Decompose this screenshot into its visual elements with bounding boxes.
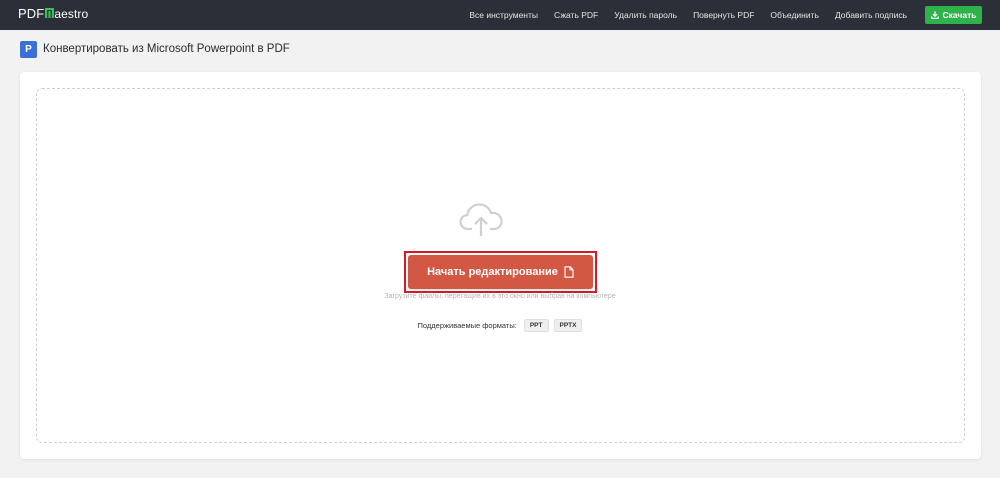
start-editing-button[interactable]: Начать редактирование <box>408 255 593 289</box>
main-nav: Все инструменты Сжать PDF Удалить пароль… <box>461 0 915 30</box>
logo-suffix: aestro <box>54 6 89 21</box>
format-chip-pptx: PPTX <box>553 319 583 332</box>
top-navigation-bar: PDF aestro Все инструменты Сжать PDF Уда… <box>0 0 1000 30</box>
file-icon <box>564 266 574 278</box>
logo[interactable]: PDF aestro <box>18 6 88 21</box>
nav-merge[interactable]: Объединить <box>762 10 827 20</box>
download-icon <box>930 11 939 19</box>
nav-remove-password[interactable]: Удалить пароль <box>606 10 685 20</box>
download-button[interactable]: Скачать <box>925 6 982 24</box>
page-title: Конвертировать из Microsoft Powerpoint в… <box>43 43 290 55</box>
formats-label: Поддерживаемые форматы: <box>417 321 517 330</box>
nav-compress-pdf[interactable]: Сжать PDF <box>546 10 606 20</box>
upload-hint: Загрузите файлы, перетащив их в это окно… <box>384 293 616 300</box>
cloud-upload-icon <box>459 203 503 236</box>
powerpoint-icon: P <box>20 40 37 58</box>
logo-mark-icon <box>45 8 55 18</box>
page-title-row: P Конвертировать из Microsoft Powerpoint… <box>20 40 290 58</box>
start-editing-label: Начать редактирование <box>427 266 558 278</box>
nav-rotate-pdf[interactable]: Повернуть PDF <box>685 10 762 20</box>
nav-add-signature[interactable]: Добавить подпись <box>827 10 915 20</box>
logo-prefix: PDF <box>18 6 45 21</box>
nav-all-tools[interactable]: Все инструменты <box>461 10 546 20</box>
download-label: Скачать <box>942 10 977 20</box>
powerpoint-badge-letter: P <box>25 43 32 55</box>
supported-formats: Поддерживаемые форматы: PPT PPTX <box>0 319 1000 332</box>
format-chip-ppt: PPT <box>523 319 549 332</box>
